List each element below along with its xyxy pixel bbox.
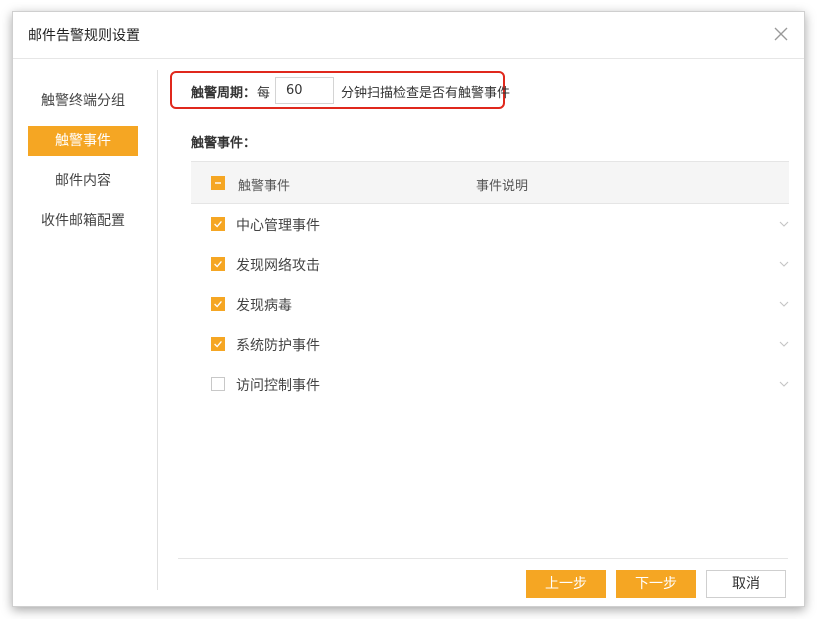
chevron-down-icon[interactable]: [778, 338, 790, 350]
row-checkbox[interactable]: [211, 337, 225, 351]
chevron-down-icon[interactable]: [778, 258, 790, 270]
chevron-down-icon[interactable]: [778, 378, 790, 390]
indeterminate-checkbox-icon: [211, 176, 225, 190]
trigger-cycle-label: 触警周期：: [191, 86, 257, 101]
events-section-label: 触警事件：: [191, 136, 257, 151]
trigger-cycle-suffix: 分钟扫描检查是否有触警事件: [341, 86, 511, 101]
checkmark-icon: [211, 337, 225, 351]
next-step-button[interactable]: 下一步: [616, 570, 696, 598]
chevron-down-icon[interactable]: [778, 218, 790, 230]
sidebar: 触警终端分组 触警事件 邮件内容 收件邮箱配置: [13, 59, 158, 589]
chevron-down-icon[interactable]: [778, 298, 790, 310]
unchecked-checkbox-icon: [211, 377, 225, 391]
row-checkbox[interactable]: [211, 217, 225, 231]
header-event-description: 事件说明: [476, 179, 529, 194]
table-header: 触警事件 事件说明: [191, 161, 789, 204]
sidebar-item-trigger-group[interactable]: 触警终端分组: [28, 86, 138, 116]
table-row[interactable]: 中心管理事件: [191, 204, 789, 244]
table-row[interactable]: 发现病毒: [191, 284, 789, 324]
row-event-name: 访问控制事件: [236, 378, 320, 394]
select-all-checkbox[interactable]: [211, 176, 225, 190]
close-icon[interactable]: [772, 25, 790, 43]
row-checkbox[interactable]: [211, 377, 225, 391]
sidebar-divider: [157, 70, 158, 590]
prev-step-button[interactable]: 上一步: [526, 570, 606, 598]
row-event-name: 系统防护事件: [236, 338, 320, 354]
row-event-name: 中心管理事件: [236, 218, 320, 234]
header-event-name: 触警事件: [238, 179, 291, 194]
row-event-name: 发现网络攻击: [236, 258, 320, 274]
sidebar-item-mail-content[interactable]: 邮件内容: [28, 166, 138, 196]
dialog-header: 邮件告警规则设置: [13, 12, 804, 59]
checkmark-icon: [211, 257, 225, 271]
cancel-button[interactable]: 取消: [706, 570, 786, 598]
row-event-name: 发现病毒: [236, 298, 292, 314]
row-checkbox[interactable]: [211, 297, 225, 311]
events-table: 触警事件 事件说明 中心管理事件 发现网络攻击 发现病毒 系统防护事件 访问控制…: [191, 161, 789, 404]
checkmark-icon: [211, 297, 225, 311]
row-checkbox[interactable]: [211, 257, 225, 271]
checkmark-icon: [211, 217, 225, 231]
dialog-title: 邮件告警规则设置: [28, 28, 140, 44]
trigger-cycle-input[interactable]: [275, 77, 334, 104]
sidebar-item-recipient-config[interactable]: 收件邮箱配置: [28, 206, 138, 236]
alert-rule-dialog: 邮件告警规则设置 触警终端分组 触警事件 邮件内容 收件邮箱配置 触警周期： 每…: [12, 11, 805, 607]
trigger-cycle-each: 每: [257, 86, 271, 101]
table-row[interactable]: 发现网络攻击: [191, 244, 789, 284]
table-row[interactable]: 系统防护事件: [191, 324, 789, 364]
table-row[interactable]: 访问控制事件: [191, 364, 789, 404]
sidebar-item-trigger-events[interactable]: 触警事件: [28, 126, 138, 156]
footer-divider: [178, 558, 788, 559]
main-content: 触警周期： 每 分钟扫描检查是否有触警事件 触警事件： 触警事件 事件说明 中心…: [170, 59, 789, 589]
